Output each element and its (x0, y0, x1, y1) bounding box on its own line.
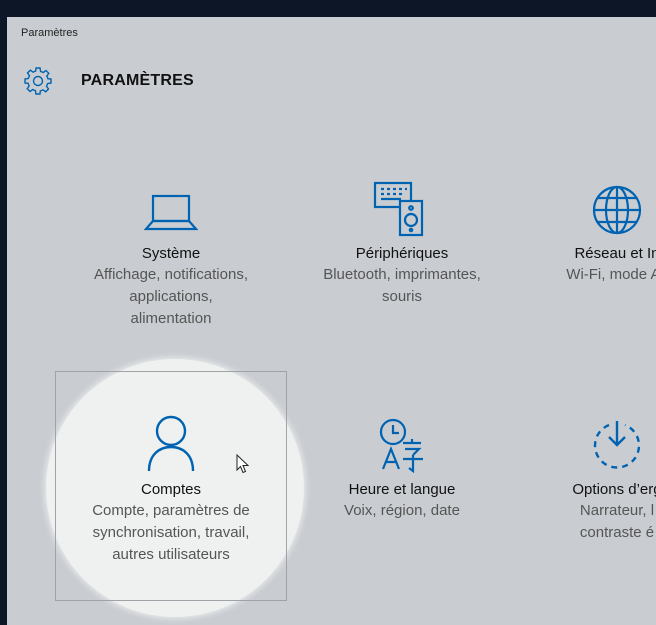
tile-name: Réseau et In (574, 245, 656, 262)
time-language-icon (297, 413, 507, 473)
devices-icon (297, 177, 507, 237)
mouse-cursor-icon (236, 453, 250, 479)
tile-description: Affichage, notifications, applications, al… (94, 266, 248, 327)
tile-peripheriques[interactable]: Périphériques Bluetooth, imprimantes, sou… (297, 177, 507, 308)
gear-icon (21, 64, 55, 98)
window-title: Paramètres (21, 27, 78, 39)
settings-header: PARAMÈTRES (21, 63, 194, 99)
tile-name: Comptes (140, 481, 202, 498)
tile-reseau[interactable]: Réseau et In Wi-Fi, mode Av (537, 177, 656, 286)
tile-heure-langue[interactable]: Heure et langue Voix, région, date (297, 413, 507, 522)
ease-of-access-icon (537, 413, 656, 473)
tile-systeme[interactable]: Système Affichage, notifications, applica… (61, 177, 281, 330)
tile-description: Narrateur, l contraste é (579, 502, 655, 541)
tile-description: Bluetooth, imprimantes, souris (323, 266, 481, 305)
laptop-icon (61, 177, 281, 237)
globe-icon (537, 177, 656, 237)
tile-options-ergonomie[interactable]: Options d’erg Narrateur, l contraste é (537, 413, 656, 544)
tile-name: Périphériques (355, 245, 449, 262)
tile-name: Système (141, 245, 201, 262)
tile-description: Compte, paramètres de synchronisation, tr… (92, 502, 250, 563)
tile-name: Options d’erg (572, 481, 656, 498)
tile-description: Wi-Fi, mode Av (566, 266, 656, 283)
tile-description: Voix, région, date (344, 502, 460, 519)
tile-comptes[interactable]: Comptes Compte, paramètres de synchronisa… (61, 413, 281, 566)
settings-window: Paramètres PARAMÈTRES Système Affichage,… (7, 17, 656, 625)
tile-name: Heure et langue (348, 481, 456, 498)
page-title: PARAMÈTRES (81, 72, 194, 89)
